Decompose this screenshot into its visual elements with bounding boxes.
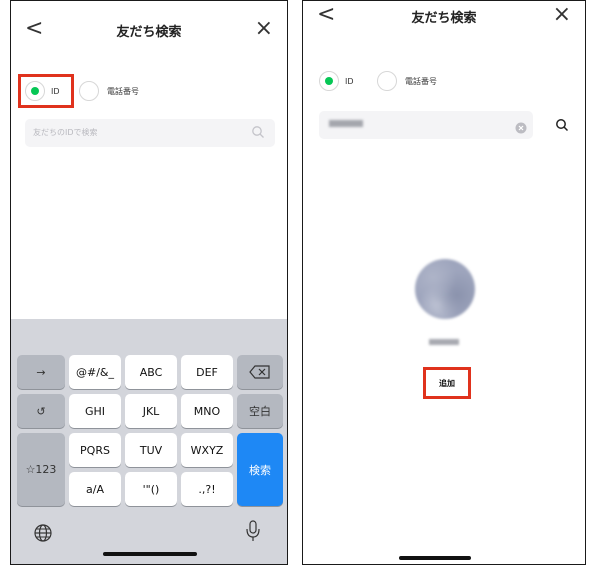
- radio-option-phone[interactable]: 電話番号: [377, 71, 437, 91]
- home-indicator: [103, 552, 197, 556]
- header: < 友だち検索 ×: [11, 9, 287, 49]
- radio-id-label: ID: [345, 76, 354, 86]
- radio-phone-label: 電話番号: [405, 76, 437, 86]
- backspace-key[interactable]: [237, 355, 283, 389]
- search-input[interactable]: 友だちのIDで検索: [25, 119, 275, 147]
- user-name-blurred: [429, 339, 459, 345]
- search-input-value-blurred: [329, 120, 363, 127]
- key-tuv[interactable]: TUV: [125, 433, 177, 467]
- header: < 友だち検索 ×: [303, 1, 585, 35]
- close-button[interactable]: ×: [255, 15, 273, 43]
- page-title: 友だち検索: [411, 11, 477, 26]
- right-phone-screen: < 友だち検索 × ID 電話番号 追加: [302, 0, 586, 565]
- key-quotes[interactable]: '"(): [125, 472, 177, 506]
- left-phone-screen: < 友だち検索 × ID 電話番号 友だちのIDで検索 → @#/&_ ABC …: [10, 0, 288, 565]
- key-abc[interactable]: ABC: [125, 355, 177, 389]
- key-def[interactable]: DEF: [181, 355, 233, 389]
- avatar: [415, 259, 475, 319]
- search-icon: [251, 124, 265, 143]
- radio-option-phone[interactable]: 電話番号: [79, 81, 139, 101]
- backspace-icon: [249, 365, 270, 379]
- key-case[interactable]: a/A: [69, 472, 121, 506]
- add-friend-button[interactable]: 追加: [423, 367, 471, 399]
- radio-phone[interactable]: [377, 71, 397, 91]
- radio-id[interactable]: [319, 71, 339, 91]
- radio-option-id[interactable]: ID: [319, 71, 354, 91]
- search-placeholder: 友だちのIDで検索: [33, 128, 98, 137]
- key-punct[interactable]: .,?!: [181, 472, 233, 506]
- number-key[interactable]: ☆123: [17, 433, 65, 506]
- search-key[interactable]: 検索: [237, 433, 283, 506]
- key-pqrs[interactable]: PQRS: [69, 433, 121, 467]
- key-wxyz[interactable]: WXYZ: [181, 433, 233, 467]
- key-symbols[interactable]: @#/&_: [69, 355, 121, 389]
- page-title: 友だち検索: [116, 25, 182, 40]
- home-indicator: [399, 556, 471, 560]
- key-jkl[interactable]: JKL: [125, 394, 177, 428]
- close-button[interactable]: ×: [553, 1, 571, 29]
- keyboard: → @#/&_ ABC DEF ↺ GHI JKL MNO 空白 ☆123 PQ…: [11, 319, 287, 564]
- radio-selected-dot: [325, 77, 333, 85]
- globe-icon[interactable]: [33, 523, 53, 547]
- search-icon[interactable]: [555, 117, 569, 136]
- key-ghi[interactable]: GHI: [69, 394, 121, 428]
- arrow-key[interactable]: →: [17, 355, 65, 389]
- space-key[interactable]: 空白: [237, 394, 283, 428]
- highlight-box: [18, 74, 74, 108]
- radio-phone[interactable]: [79, 81, 99, 101]
- microphone-icon[interactable]: [245, 519, 261, 547]
- search-input[interactable]: [319, 111, 533, 139]
- key-mno[interactable]: MNO: [181, 394, 233, 428]
- radio-phone-label: 電話番号: [107, 86, 139, 96]
- undo-key[interactable]: ↺: [17, 394, 65, 428]
- clear-icon[interactable]: [515, 119, 527, 138]
